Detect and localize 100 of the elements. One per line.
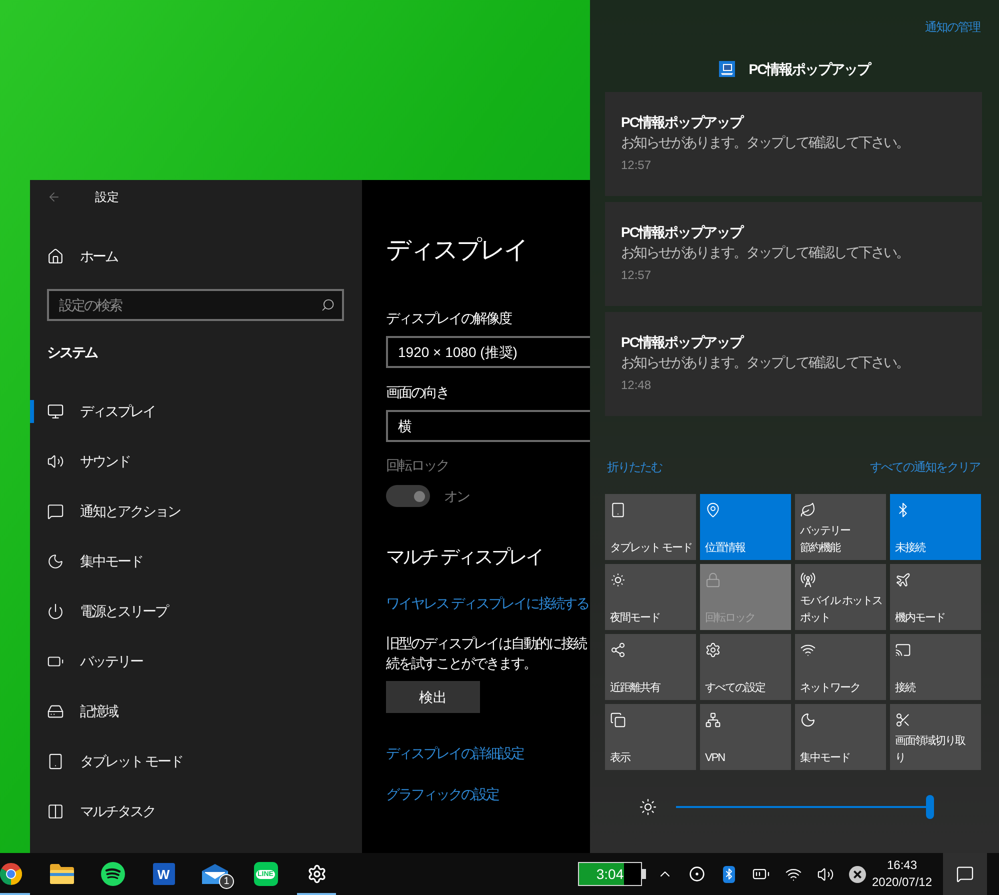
notification-card[interactable]: PC情報ポップアップ お知らせがあります。タップして確認して下さい。 12:57 [605, 92, 982, 196]
x-circle-icon [848, 866, 866, 882]
unread-count: 1 [219, 874, 234, 889]
notification-time: 12:48 [621, 377, 652, 394]
clear-all-link[interactable]: すべての通知をクリア [870, 458, 980, 476]
settings-icon [705, 642, 721, 658]
notification-title: PC情報ポップアップ [621, 113, 742, 132]
quick-action-tile[interactable]: 表示 [605, 704, 696, 770]
quick-action-tile[interactable]: 近距離共有 [605, 634, 696, 700]
notification-title: PC情報ポップアップ [621, 223, 742, 242]
striped-circle-icon [100, 862, 124, 886]
resolution-dropdown[interactable]: 1920 × 1080 (推奨) [386, 336, 590, 368]
tablet-icon [47, 752, 64, 770]
field-label: 画面の向き [386, 383, 448, 402]
settings-link[interactable]: ディスプレイの詳細設定 [386, 743, 524, 763]
nav-item[interactable]: マルチタスク [30, 786, 362, 836]
quick-action-tile[interactable]: 機内モード [890, 564, 981, 630]
search-field[interactable]: 設定の検索 [47, 289, 344, 321]
collapse-link[interactable]: 折りたたむ [607, 458, 662, 476]
speech-bubble-icon [956, 865, 974, 883]
drive-icon [47, 702, 64, 720]
section-heading: システム [47, 343, 97, 362]
settings-link[interactable]: グラフィックの設定 [386, 784, 498, 804]
nav-item[interactable]: 集中モード [30, 536, 362, 586]
notification-time: 12:57 [621, 157, 652, 174]
share-icon [610, 642, 626, 658]
notification-card[interactable]: PC情報ポップアップ お知らせがあります。タップして確認して下さい。 12:57 [605, 202, 982, 306]
search-icon[interactable] [321, 298, 335, 312]
monitor-icon [47, 402, 64, 420]
nav-item[interactable]: 記憶域 [30, 686, 362, 736]
record-icon[interactable] [689, 866, 705, 882]
moon-icon [47, 552, 64, 570]
speaker-icon [47, 452, 64, 470]
action-center-button[interactable] [943, 853, 987, 895]
quick-action-tile[interactable]: バッテリー 節約機能 [795, 494, 886, 560]
lock-icon [705, 572, 721, 588]
scissors-icon [895, 712, 911, 728]
app-logo-icon [718, 61, 735, 77]
section-heading: マルチ ディスプレイ [386, 546, 542, 570]
nav-item[interactable]: ディスプレイ [30, 386, 362, 436]
antenna-icon [800, 572, 816, 588]
power-icon [47, 602, 64, 620]
quick-action-tile[interactable]: VPN [700, 704, 791, 770]
document-app-icon: W [152, 863, 174, 885]
split-window-icon [47, 802, 64, 820]
taskbar-app[interactable]: 1 [189, 853, 240, 895]
clock-date[interactable]: 2020/07/12 [872, 874, 932, 891]
quick-action-tile[interactable]: ネットワーク [795, 634, 886, 700]
notification-body: お知らせがあります。タップして確認して下さい。 [621, 243, 908, 262]
nav-item[interactable]: 電源とスリープ [30, 586, 362, 636]
battery-time: 3:04 [595, 864, 625, 884]
brightness-icon [639, 798, 657, 816]
notification-title: PC情報ポップアップ [621, 333, 742, 352]
folder-icon [50, 864, 74, 884]
notification-card[interactable]: PC情報ポップアップ お知らせがあります。タップして確認して下さい。 12:48 [605, 312, 982, 416]
tablet-icon [610, 502, 626, 518]
field-label: ディスプレイの解像度 [386, 309, 511, 328]
orientation-dropdown[interactable]: 横 [386, 410, 590, 442]
running-indicator [297, 893, 336, 895]
settings-icon [306, 864, 326, 884]
map-pin-icon [705, 502, 721, 518]
quick-action-tile[interactable]: 集中モード [795, 704, 886, 770]
quick-action-tile[interactable]: すべての設定 [700, 634, 791, 700]
notification-body: お知らせがあります。タップして確認して下さい。 [621, 353, 908, 372]
quick-action-tile[interactable]: タブレット モード [605, 494, 696, 560]
nav-item[interactable]: タブレット モード [30, 736, 362, 786]
app-group-title: PC情報ポップアップ [748, 60, 870, 78]
description-text: 旧型のディスプレイは自動的に接続 続を試すことができます。 [386, 634, 586, 673]
home-icon [47, 248, 64, 264]
browser-icon [0, 863, 22, 885]
quick-action-tile[interactable]: 夜間モード [605, 564, 696, 630]
leaf-icon [800, 502, 816, 518]
clock-time[interactable]: 16:43 [886, 857, 918, 874]
manage-notifications-link[interactable]: 通知の管理 [925, 18, 980, 36]
cast-icon [895, 642, 911, 658]
quick-action-tile[interactable]: 未接続 [890, 494, 981, 560]
field-label: 回転ロック [386, 456, 448, 475]
bluetooth-icon[interactable] [723, 866, 735, 882]
nav-item[interactable]: バッテリー [30, 636, 362, 686]
quick-action-tile[interactable]: 位置情報 [700, 494, 791, 560]
slider-thumb[interactable] [926, 795, 934, 819]
toggle-state: オン [444, 486, 469, 506]
airplane-icon [895, 572, 911, 588]
quick-action-tile[interactable]: 画面領域切り取 り [890, 704, 981, 770]
network-icon [705, 712, 721, 728]
nav-item[interactable]: 通知とアクション [30, 486, 362, 536]
quick-action-tile[interactable]: 接続 [890, 634, 981, 700]
overlapping-screens-icon [610, 712, 626, 728]
nav-item[interactable]: サウンド [30, 436, 362, 486]
taskbar-app[interactable]: W [138, 853, 189, 895]
wireless-display-link[interactable]: ワイヤレス ディスプレイに接続する [386, 593, 588, 613]
speech-bubble-icon [47, 502, 64, 520]
detect-button[interactable]: 検出 [386, 681, 480, 713]
brightness-slider[interactable] [676, 795, 934, 819]
sun-icon [610, 572, 626, 588]
notification-time: 12:57 [621, 267, 652, 284]
selection-indicator [30, 400, 34, 423]
home-link[interactable]: ホーム [30, 236, 124, 276]
speaker-icon[interactable] [816, 866, 834, 882]
quick-action-tile[interactable]: モバイル ホットス ポット [795, 564, 886, 630]
